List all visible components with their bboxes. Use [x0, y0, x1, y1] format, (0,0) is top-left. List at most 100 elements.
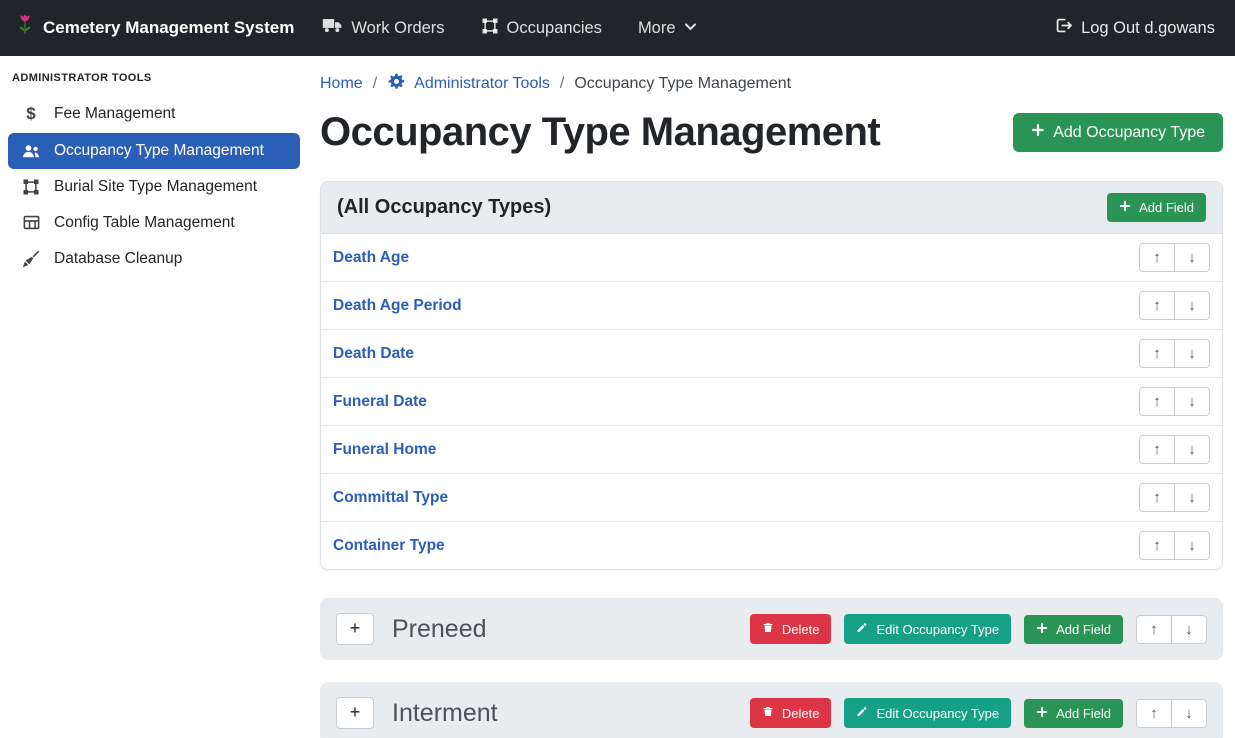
delete-button[interactable]: Delete: [750, 698, 832, 728]
expand-section-button[interactable]: +: [336, 697, 374, 729]
pencil-icon: [856, 621, 868, 637]
delete-label: Delete: [782, 622, 820, 637]
move-up-button[interactable]: ↑: [1139, 531, 1175, 560]
sidebar-item-label: Config Table Management: [54, 214, 235, 232]
pencil-icon: [856, 705, 868, 721]
move-up-button[interactable]: ↑: [1139, 339, 1175, 368]
field-link[interactable]: Death Date: [333, 345, 414, 363]
sidebar-item-burial-site-type-management[interactable]: Burial Site Type Management: [8, 170, 300, 204]
arrow-up-icon: ↑: [1153, 345, 1161, 362]
move-down-button[interactable]: ↓: [1174, 531, 1210, 560]
arrow-down-icon: ↓: [1188, 297, 1196, 314]
nav-work-orders-label: Work Orders: [351, 19, 444, 38]
sidebar-heading: ADMINISTRATOR TOOLS: [0, 64, 308, 95]
arrow-up-icon: ↑: [1153, 297, 1161, 314]
move-down-button[interactable]: ↓: [1174, 483, 1210, 512]
move-up-button[interactable]: ↑: [1139, 483, 1175, 512]
logout-label: Log Out d.gowans: [1081, 19, 1215, 38]
move-up-button[interactable]: ↑: [1136, 615, 1172, 644]
sidebar-item-fee-management[interactable]: $ Fee Management: [8, 96, 300, 132]
breadcrumb-current-page: Occupancy Type Management: [574, 75, 791, 93]
sidebar-item-config-table-management[interactable]: Config Table Management: [8, 205, 300, 240]
reorder-buttons: ↑ ↓: [1139, 243, 1210, 272]
delete-button[interactable]: Delete: [750, 614, 832, 644]
add-occupancy-type-button[interactable]: Add Occupancy Type: [1013, 113, 1223, 152]
add-field-button[interactable]: Add Field: [1024, 699, 1123, 728]
delete-label: Delete: [782, 706, 820, 721]
trash-icon: [762, 705, 774, 721]
all-occupancy-types-card: (All Occupancy Types) Add Field Death Ag…: [320, 181, 1223, 570]
tulip-logo-icon: [16, 12, 34, 44]
move-up-button[interactable]: ↑: [1139, 243, 1175, 272]
add-occupancy-type-label: Add Occupancy Type: [1053, 124, 1205, 142]
broom-icon: [20, 249, 42, 269]
sidebar-item-label: Fee Management: [54, 105, 176, 123]
field-row: Funeral Date ↑ ↓: [321, 378, 1222, 426]
sidebar: ADMINISTRATOR TOOLS $ Fee Management Occ…: [0, 56, 308, 738]
field-link[interactable]: Funeral Home: [333, 441, 436, 459]
users-icon: [20, 141, 42, 161]
move-up-button[interactable]: ↑: [1136, 699, 1172, 728]
move-up-button[interactable]: ↑: [1139, 387, 1175, 416]
section-actions: Delete Edit Occupancy Type Add Field ↑ ↓: [750, 698, 1207, 728]
move-down-button[interactable]: ↓: [1174, 243, 1210, 272]
field-link[interactable]: Funeral Date: [333, 393, 427, 411]
nav-occupancies[interactable]: Occupancies: [481, 17, 602, 40]
reorder-buttons: ↑ ↓: [1139, 291, 1210, 320]
move-down-button[interactable]: ↓: [1174, 387, 1210, 416]
arrow-up-icon: ↑: [1153, 249, 1161, 266]
add-field-button[interactable]: Add Field: [1107, 193, 1206, 222]
arrow-up-icon: ↑: [1150, 621, 1158, 638]
arrow-up-icon: ↑: [1153, 393, 1161, 410]
add-field-label: Add Field: [1139, 200, 1194, 215]
nav-more[interactable]: More: [638, 19, 697, 38]
plus-icon: [1031, 123, 1045, 142]
move-down-button[interactable]: ↓: [1174, 435, 1210, 464]
add-field-label: Add Field: [1056, 622, 1111, 637]
occupancy-type-section: + Interment Delete Edit Occupancy Type A…: [320, 682, 1223, 738]
arrow-up-icon: ↑: [1153, 537, 1161, 554]
logout-link[interactable]: Log Out d.gowans: [1054, 16, 1215, 40]
arrow-down-icon: ↓: [1188, 393, 1196, 410]
sidebar-item-occupancy-type-management[interactable]: Occupancy Type Management: [8, 133, 300, 169]
chevron-down-icon: [684, 19, 697, 38]
add-field-button[interactable]: Add Field: [1024, 615, 1123, 644]
move-down-button[interactable]: ↓: [1171, 699, 1207, 728]
arrow-down-icon: ↓: [1185, 705, 1193, 722]
edit-occupancy-type-button[interactable]: Edit Occupancy Type: [844, 614, 1011, 644]
field-link[interactable]: Container Type: [333, 537, 445, 555]
field-link[interactable]: Death Age Period: [333, 297, 462, 315]
page-title: Occupancy Type Management: [320, 110, 880, 155]
nav-work-orders[interactable]: Work Orders: [322, 17, 444, 39]
breadcrumb-home-label: Home: [320, 75, 363, 93]
field-link[interactable]: Committal Type: [333, 489, 448, 507]
move-down-button[interactable]: ↓: [1174, 291, 1210, 320]
expand-section-button[interactable]: +: [336, 613, 374, 645]
section-title: Preneed: [392, 615, 487, 644]
plus-icon: [1036, 706, 1048, 721]
arrow-down-icon: ↓: [1185, 621, 1193, 638]
reorder-buttons: ↑ ↓: [1139, 483, 1210, 512]
field-row: Death Age ↑ ↓: [321, 234, 1222, 282]
breadcrumb-home[interactable]: Home: [320, 75, 363, 93]
move-up-button[interactable]: ↑: [1139, 435, 1175, 464]
arrow-down-icon: ↓: [1188, 345, 1196, 362]
plus-icon: [1119, 200, 1131, 215]
breadcrumb-administrator-tools[interactable]: Administrator Tools: [387, 72, 550, 96]
top-navbar: Cemetery Management System Work Orders O…: [0, 0, 1235, 56]
app-brand[interactable]: Cemetery Management System: [16, 12, 294, 44]
edit-occupancy-type-button[interactable]: Edit Occupancy Type: [844, 698, 1011, 728]
logout-icon: [1054, 16, 1073, 40]
field-link[interactable]: Death Age: [333, 249, 409, 267]
field-row: Committal Type ↑ ↓: [321, 474, 1222, 522]
frame-icon: [20, 178, 42, 196]
move-down-button[interactable]: ↓: [1174, 339, 1210, 368]
plus-icon: [1036, 622, 1048, 637]
reorder-buttons: ↑ ↓: [1139, 435, 1210, 464]
move-up-button[interactable]: ↑: [1139, 291, 1175, 320]
arrow-down-icon: ↓: [1188, 249, 1196, 266]
breadcrumb: Home / Administrator Tools / Occupancy T…: [320, 72, 1223, 96]
main-nav: Work Orders Occupancies More: [322, 17, 696, 40]
move-down-button[interactable]: ↓: [1171, 615, 1207, 644]
sidebar-item-database-cleanup[interactable]: Database Cleanup: [8, 241, 300, 277]
